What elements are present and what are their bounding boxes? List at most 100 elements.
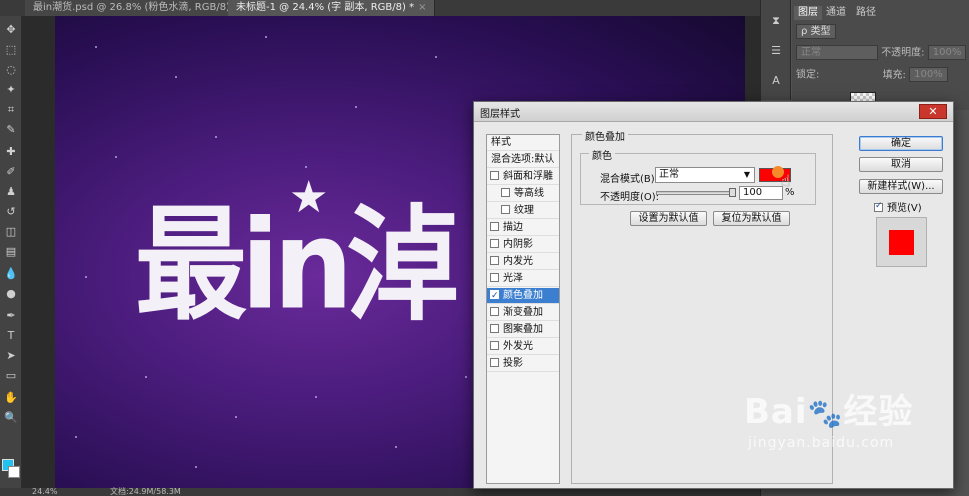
marquee-tool-icon[interactable]: ⬚ bbox=[3, 42, 19, 58]
brush-tool-icon[interactable]: ✐ bbox=[3, 164, 19, 180]
opacity-slider-handle[interactable] bbox=[729, 188, 736, 197]
checkbox-checked[interactable] bbox=[490, 288, 499, 304]
opacity-label: 不透明度: bbox=[881, 47, 925, 59]
checkbox[interactable] bbox=[490, 171, 499, 180]
checkbox[interactable] bbox=[501, 205, 510, 214]
opacity-input[interactable]: 100% bbox=[927, 45, 967, 60]
background-color[interactable] bbox=[8, 466, 20, 478]
style-item-gradient-overlay[interactable]: 渐变叠加 bbox=[487, 305, 559, 321]
zoom-readout[interactable]: 24.4% bbox=[32, 488, 57, 496]
style-item-stroke[interactable]: 描边 bbox=[487, 220, 559, 236]
checkbox[interactable] bbox=[490, 324, 499, 333]
baidu-watermark: Bai🐾经验 jingyan.baidu.com bbox=[744, 392, 913, 452]
style-item-inner-shadow[interactable]: 内阴影 bbox=[487, 237, 559, 253]
baidu-logo: Bai🐾经验 bbox=[744, 392, 914, 432]
tab-channels[interactable]: 通道 bbox=[822, 6, 850, 20]
checkbox[interactable] bbox=[490, 341, 499, 350]
fill-input[interactable]: 100% bbox=[909, 67, 948, 82]
style-item-bevel[interactable]: 斜面和浮雕 bbox=[487, 169, 559, 185]
opacity-label: 不透明度(O): bbox=[600, 192, 660, 203]
tools-panel: ✥ ⬚ ◌ ✦ ⌗ ✎ ✚ ✐ ♟ ↺ ◫ ▤ 💧 ● ✒ T ➤ ▭ ✋ 🔍 bbox=[0, 16, 22, 496]
blend-options-item[interactable]: 混合选项:默认 bbox=[487, 152, 559, 168]
crop-tool-icon[interactable]: ⌗ bbox=[3, 102, 19, 118]
blur-tool-icon[interactable]: 💧 bbox=[3, 266, 19, 282]
path-select-icon[interactable]: ➤ bbox=[3, 348, 19, 364]
opacity-slider[interactable] bbox=[656, 191, 736, 195]
tab-layers[interactable]: 图层 bbox=[794, 6, 822, 20]
checkbox[interactable] bbox=[490, 273, 499, 282]
kind-filter[interactable]: ρ 类型 bbox=[796, 24, 836, 39]
eraser-icon[interactable]: ◫ bbox=[3, 224, 19, 240]
move-tool-icon[interactable]: ✥ bbox=[3, 22, 19, 38]
blend-mode-select[interactable]: 正常 bbox=[796, 45, 878, 60]
text-tool-icon[interactable]: T bbox=[3, 328, 19, 344]
history-brush-icon[interactable]: ↺ bbox=[3, 204, 19, 220]
checkbox[interactable] bbox=[490, 239, 499, 248]
document-tab-bar: 最in潮货.psd @ 26.8% (粉色水滴, RGB/8) *× 未标题-1… bbox=[0, 0, 760, 16]
style-list: 样式 混合选项:默认 斜面和浮雕 等高线 纹理 描边 内阴影 内发光 光泽 颜色… bbox=[486, 134, 560, 484]
doc-size: 文档:24.9M/58.3M bbox=[110, 487, 181, 496]
panel-icon-strip: ⧗ ☰ A bbox=[761, 0, 791, 100]
chevron-down-icon: ▼ bbox=[743, 170, 750, 179]
shape-tool-icon[interactable]: ▭ bbox=[3, 368, 19, 384]
hand-tool-icon[interactable]: ✋ bbox=[3, 390, 19, 406]
adjust-icon[interactable]: ☰ bbox=[768, 44, 784, 58]
close-icon[interactable]: × bbox=[418, 2, 426, 13]
preview-label: 预览(V) bbox=[887, 203, 922, 214]
dialog-titlebar[interactable]: 图层样式 ✕ bbox=[474, 102, 953, 122]
doc-tab-1-label: 最in潮货.psd @ 26.8% (粉色水滴, RGB/8) * bbox=[33, 2, 239, 13]
pen-tool-icon[interactable]: ✒ bbox=[3, 308, 19, 324]
style-preview bbox=[876, 217, 927, 267]
doc-tab-2[interactable]: 未标题-1 @ 24.4% (字 副本, RGB/8) * × bbox=[228, 0, 436, 16]
gradient-tool-icon[interactable]: ▤ bbox=[3, 244, 19, 260]
status-bar: 24.4% 文档:24.9M/58.3M bbox=[0, 488, 760, 496]
checkbox[interactable] bbox=[501, 188, 510, 197]
style-item-texture[interactable]: 纹理 bbox=[487, 203, 559, 219]
doc-tab-2-label: 未标题-1 @ 24.4% (字 副本, RGB/8) * bbox=[236, 2, 415, 13]
ok-button[interactable]: 确定 bbox=[859, 136, 943, 151]
lasso-tool-icon[interactable]: ◌ bbox=[3, 62, 19, 78]
style-item-pattern-overlay[interactable]: 图案叠加 bbox=[487, 322, 559, 338]
style-item-satin[interactable]: 光泽 bbox=[487, 271, 559, 287]
close-button[interactable]: ✕ bbox=[919, 104, 947, 119]
style-item-inner-glow[interactable]: 内发光 bbox=[487, 254, 559, 270]
lock-label: 锁定: bbox=[796, 69, 820, 81]
checkbox[interactable] bbox=[490, 256, 499, 265]
watermark-url: jingyan.baidu.com bbox=[748, 435, 895, 451]
stamp-tool-icon[interactable]: ♟ bbox=[3, 184, 19, 200]
style-item-contour[interactable]: 等高线 bbox=[487, 186, 559, 202]
canvas-art-text: 最in淖 bbox=[135, 194, 459, 337]
checkbox[interactable] bbox=[490, 222, 499, 231]
dodge-tool-icon[interactable]: ● bbox=[3, 286, 19, 302]
blend-mode-label: 混合模式(B): bbox=[600, 174, 659, 185]
cancel-button[interactable]: 取消 bbox=[859, 157, 943, 172]
doc-tab-1[interactable]: 最in潮货.psd @ 26.8% (粉色水滴, RGB/8) *× bbox=[25, 0, 260, 16]
reset-default-button[interactable]: 复位为默认值 bbox=[713, 211, 790, 226]
style-item-color-overlay[interactable]: 颜色叠加 bbox=[487, 288, 559, 304]
eyedropper-icon[interactable]: ✎ bbox=[3, 122, 19, 138]
set-default-button[interactable]: 设置为默认值 bbox=[630, 211, 707, 226]
color-group-title: 颜色 bbox=[589, 147, 615, 162]
zoom-tool-icon[interactable]: 🔍 bbox=[3, 410, 19, 426]
blend-mode-value: 正常 bbox=[659, 169, 679, 180]
magic-wand-icon[interactable]: ✦ bbox=[3, 82, 19, 98]
healing-brush-icon[interactable]: ✚ bbox=[3, 144, 19, 160]
section-title: 颜色叠加 bbox=[582, 128, 628, 143]
new-style-button[interactable]: 新建样式(W)... bbox=[859, 179, 943, 194]
tab-paths[interactable]: 路径 bbox=[852, 6, 880, 20]
preview-toggle[interactable]: 预览(V) bbox=[874, 199, 922, 214]
opacity-input[interactable]: 100 bbox=[739, 186, 783, 200]
properties-icon[interactable]: A bbox=[768, 74, 784, 88]
preview-swatch bbox=[889, 230, 914, 255]
dialog-title: 图层样式 bbox=[480, 109, 520, 120]
blend-mode-select[interactable]: 正常 ▼ bbox=[655, 167, 755, 183]
history-icon[interactable]: ⧗ bbox=[768, 14, 784, 28]
hand-cursor-icon: ☝ bbox=[781, 171, 791, 190]
fill-label: 填充: bbox=[882, 69, 906, 81]
preview-checkbox[interactable] bbox=[874, 201, 883, 212]
checkbox[interactable] bbox=[490, 307, 499, 316]
style-item-drop-shadow[interactable]: 投影 bbox=[487, 356, 559, 372]
checkbox[interactable] bbox=[490, 358, 499, 367]
style-item-outer-glow[interactable]: 外发光 bbox=[487, 339, 559, 355]
styles-header[interactable]: 样式 bbox=[487, 135, 559, 151]
